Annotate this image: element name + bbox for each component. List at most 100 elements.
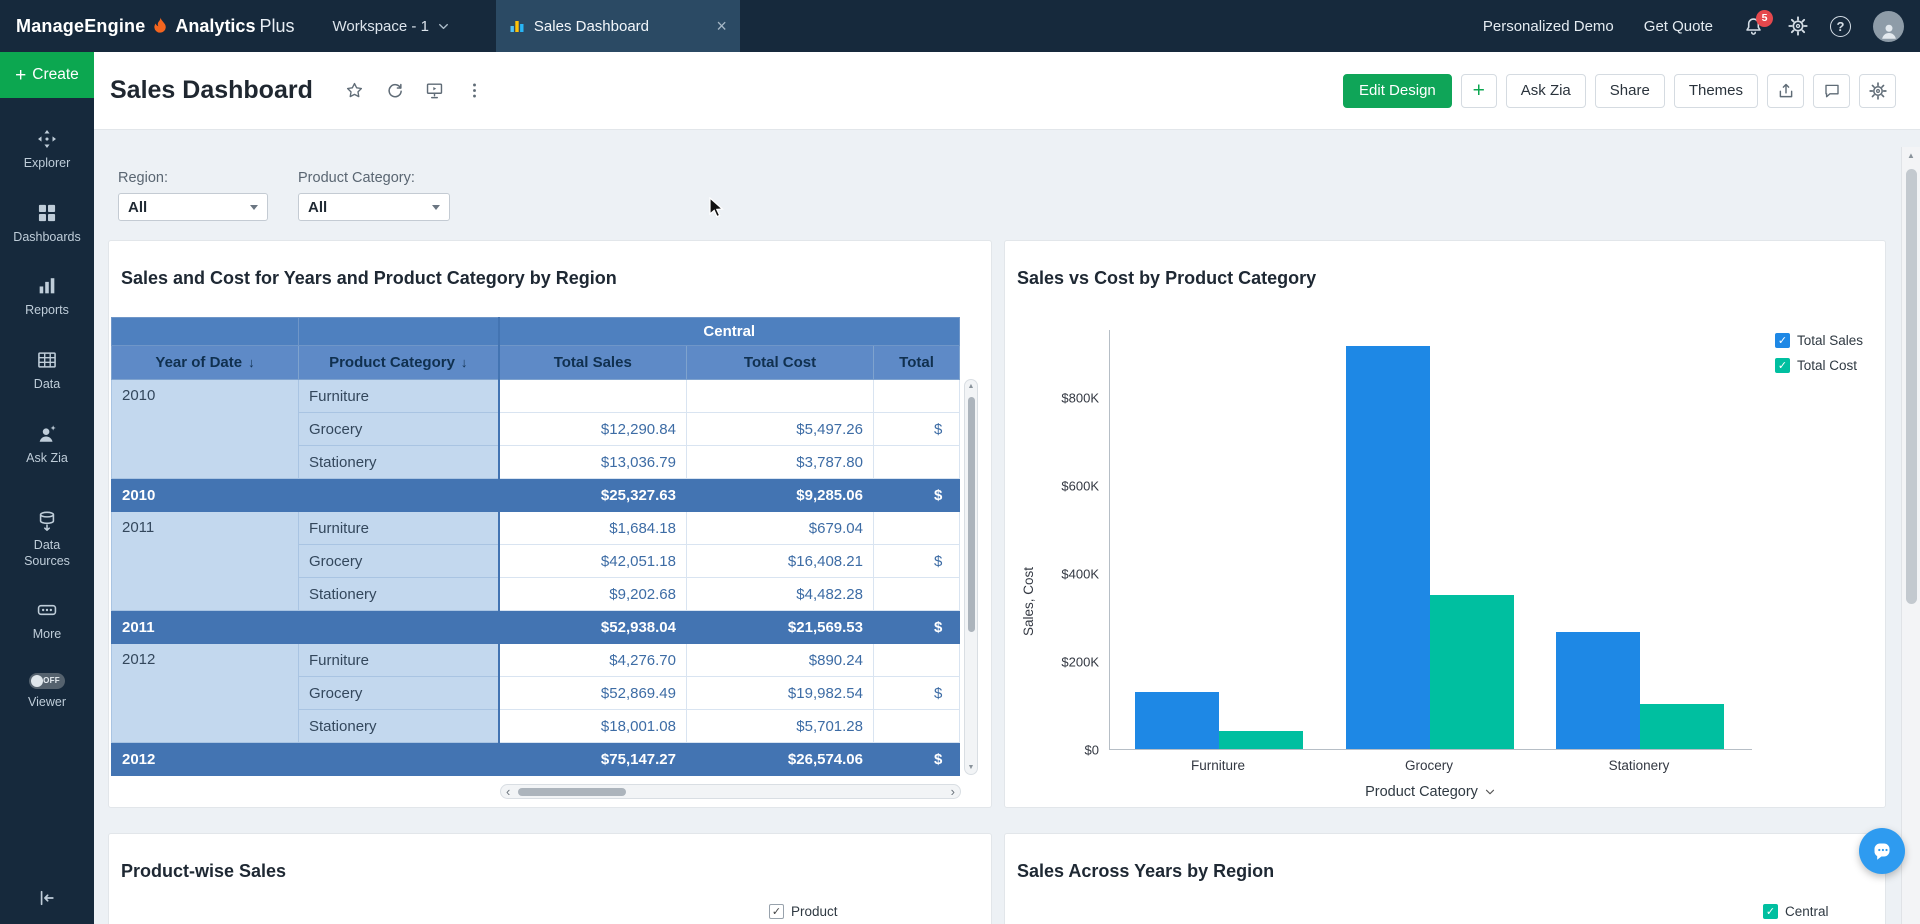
legend-total-cost[interactable]: ✓Total Cost (1775, 358, 1863, 373)
legend-label: Total Cost (1797, 358, 1857, 373)
toggle-off-label: OFF (43, 676, 60, 686)
sidebar-item-data[interactable]: Data (0, 349, 94, 393)
sidebar-item-explorer[interactable]: Explorer (0, 128, 94, 172)
sort-desc-icon[interactable]: ↓ (248, 355, 255, 370)
scrollbar-thumb[interactable] (1906, 169, 1917, 604)
sidebar-item-label: Dashboards (13, 230, 80, 246)
close-icon[interactable]: × (716, 17, 727, 35)
notification-badge: 5 (1756, 10, 1773, 27)
pivot-col-total-sales[interactable]: Total Sales (499, 346, 687, 380)
create-button[interactable]: + Create (0, 52, 94, 98)
pivot-col-partial[interactable]: Total (874, 346, 960, 380)
pivot-cost-cell: $679.04 (687, 512, 874, 545)
brand-logo[interactable]: ManageEngine Analytics Plus (16, 16, 294, 37)
pivot-total-row[interactable]: 2011$52,938.04$21,569.53$ (112, 611, 960, 644)
pivot-sales-cell: $18,001.08 (499, 710, 687, 743)
pivot-horizontal-scrollbar[interactable]: ‹ › (500, 784, 961, 799)
pivot-col-category[interactable]: Product Category ↓ (299, 346, 499, 380)
sidebar-item-ask-zia[interactable]: Ask Zia (0, 423, 94, 467)
scroll-up-icon[interactable]: ▲ (1902, 151, 1920, 160)
bar-chart-icon (36, 275, 58, 297)
pivot-extra-cell (874, 644, 960, 677)
export-button[interactable] (1767, 74, 1804, 108)
workspace-selector[interactable]: Workspace - 1 (332, 18, 449, 35)
pivot-data-row[interactable]: 2012Furniture$4,276.70$890.24 (112, 644, 960, 677)
chart-legend: ✓Total Sales ✓Total Cost (1775, 333, 1863, 373)
pivot-extra-cell (874, 578, 960, 611)
x-category-label[interactable]: Grocery (1405, 758, 1453, 773)
bar-total-sales-stationery[interactable] (1556, 632, 1640, 749)
region-filter-select[interactable]: All (118, 193, 268, 221)
sidebar-item-more[interactable]: More (0, 599, 94, 643)
admin-settings-button[interactable] (1788, 16, 1808, 36)
sidebar-item-viewer[interactable]: OFF Viewer (0, 673, 94, 711)
sidebar-item-dashboards[interactable]: Dashboards (0, 202, 94, 246)
bar-total-sales-furniture[interactable] (1135, 692, 1219, 749)
dashboard-settings-button[interactable] (1859, 74, 1896, 108)
x-category-label[interactable]: Furniture (1191, 758, 1245, 773)
pivot-year-cell: 2011 (112, 512, 299, 611)
product-legend-item[interactable]: ✓ Product (769, 904, 838, 919)
dropdown-caret-icon (250, 205, 258, 210)
scrollbar-thumb[interactable] (968, 397, 975, 632)
x-category-label[interactable]: Stationery (1609, 758, 1670, 773)
sort-desc-icon[interactable]: ↓ (461, 355, 468, 370)
data-table-icon (36, 349, 58, 371)
scroll-left-icon[interactable]: ‹ (506, 785, 510, 798)
ask-zia-button[interactable]: Ask Zia (1506, 74, 1586, 108)
product-category-filter-select[interactable]: All (298, 193, 450, 221)
help-button[interactable]: ? (1830, 16, 1851, 37)
viewer-toggle[interactable]: OFF (29, 673, 65, 689)
pivot-data-row[interactable]: 2011Furniture$1,684.18$679.04 (112, 512, 960, 545)
bar-total-sales-grocery[interactable] (1346, 346, 1430, 749)
sidebar-item-reports[interactable]: Reports (0, 275, 94, 319)
scrollbar-thumb[interactable] (518, 788, 626, 796)
pivot-sales-cell: $4,276.70 (499, 644, 687, 677)
central-legend-item[interactable]: ✓ Central (1763, 904, 1829, 919)
pivot-table: Central Year of Date↓ Product Category↓ … (111, 317, 960, 776)
personalized-demo-link[interactable]: Personalized Demo (1483, 18, 1614, 35)
region-filter-label: Region: (118, 170, 268, 186)
sales-across-years-title: Sales Across Years by Region (1017, 861, 1274, 882)
get-quote-link[interactable]: Get Quote (1644, 18, 1713, 35)
chat-support-button[interactable] (1859, 828, 1905, 874)
pivot-total-row[interactable]: 2012$75,147.27$26,574.06$ (112, 743, 960, 776)
plus-icon: + (15, 66, 26, 85)
page-scrollbar[interactable]: ▲ (1901, 147, 1920, 924)
sidebar-collapse-button[interactable] (37, 888, 57, 908)
add-widget-button[interactable]: + (1461, 74, 1497, 108)
pivot-sales-cell: $52,869.49 (499, 677, 687, 710)
legend-total-sales[interactable]: ✓Total Sales (1775, 333, 1863, 348)
themes-button[interactable]: Themes (1674, 74, 1758, 108)
scroll-right-icon[interactable]: › (951, 785, 955, 798)
pivot-total-row[interactable]: 2010$25,327.63$9,285.06$ (112, 479, 960, 512)
sidebar-item-data-sources[interactable]: Data Sources (0, 510, 94, 569)
scroll-down-icon[interactable]: ▼ (965, 764, 977, 771)
pivot-vertical-scrollbar[interactable]: ▲ ▼ (964, 379, 978, 775)
pivot-category-cell: Grocery (299, 677, 499, 710)
checkbox-checked-icon: ✓ (769, 904, 784, 919)
slideshow-icon[interactable] (425, 81, 444, 100)
edit-design-button[interactable]: Edit Design (1343, 74, 1452, 108)
band-empty-cell (112, 318, 299, 346)
favorite-star-icon[interactable] (345, 81, 364, 100)
bar-total-cost-stationery[interactable] (1640, 704, 1724, 749)
pivot-col-year[interactable]: Year of Date↓ (112, 346, 299, 380)
pivot-col-total-cost[interactable]: Total Cost (687, 346, 874, 380)
bar-total-cost-furniture[interactable] (1219, 731, 1303, 749)
refresh-icon[interactable] (385, 81, 404, 100)
notifications-button[interactable]: 5 (1743, 16, 1764, 37)
chart-x-axis-label[interactable]: Product Category (1109, 784, 1752, 800)
comments-button[interactable] (1813, 74, 1850, 108)
pivot-card: Sales and Cost for Years and Product Cat… (108, 240, 992, 808)
avatar[interactable] (1873, 11, 1904, 42)
share-button[interactable]: Share (1595, 74, 1665, 108)
tab-sales-dashboard[interactable]: Sales Dashboard × (496, 0, 740, 52)
col-label: Product Category (329, 354, 455, 371)
pivot-region-header[interactable]: Central (499, 318, 960, 346)
chat-support-icon (1870, 839, 1894, 863)
kebab-menu-icon[interactable] (465, 81, 484, 100)
bar-total-cost-grocery[interactable] (1430, 595, 1514, 749)
pivot-data-row[interactable]: 2010Furniture (112, 380, 960, 413)
scroll-up-icon[interactable]: ▲ (965, 383, 977, 390)
